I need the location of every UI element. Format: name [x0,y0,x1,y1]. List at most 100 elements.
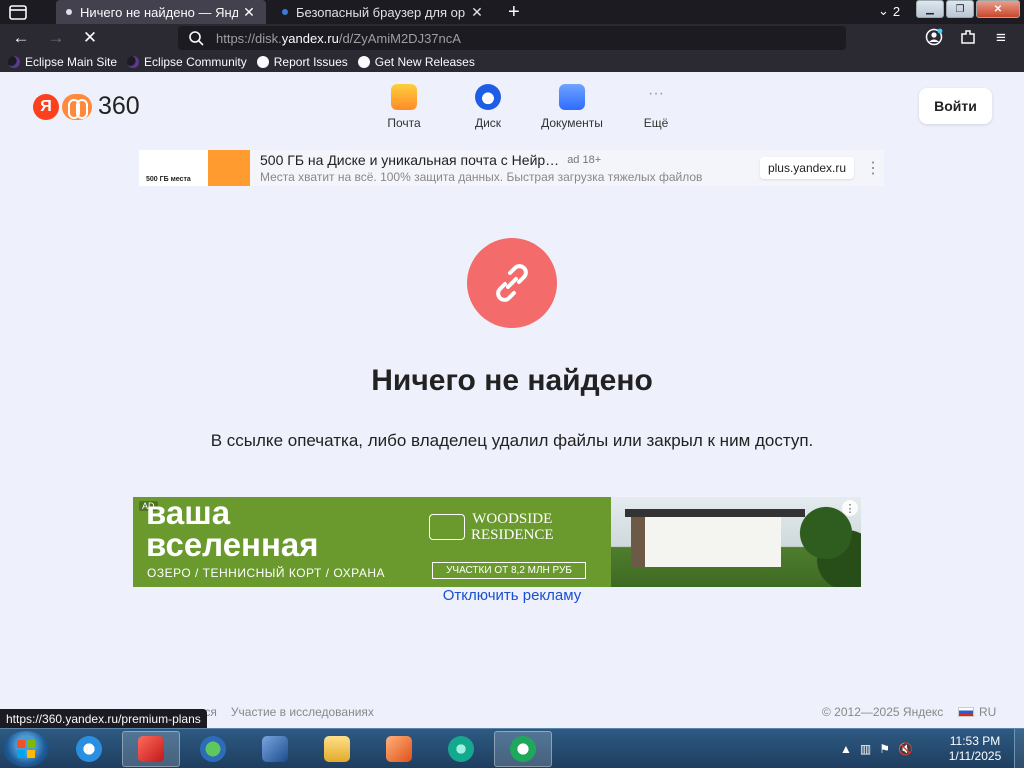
ad-banner[interactable]: AD ваша вселенная ОЗЕРО / ТЕННИСНЫЙ КОРТ … [133,497,861,587]
taskbar-ie[interactable] [60,731,118,767]
teal-app-icon [448,736,474,762]
docs-icon [559,84,585,110]
bookmarks-bar: Eclipse Main Site Eclipse Community Repo… [0,52,1024,72]
360-rings-icon [62,93,92,120]
disk-icon [475,84,501,110]
service-mail[interactable]: Почта [362,84,446,130]
banner-features: ОЗЕРО / ТЕННИСНЫЙ КОРТ / ОХРАНА [147,566,386,580]
github-icon [256,56,269,68]
mail-icon [391,84,417,110]
clock[interactable]: 11:53 PM 1/11/2025 [940,734,1010,764]
red-app-icon [138,736,164,762]
tab-active[interactable]: Ничего не найдено — Яндекс.Диск ✕ [56,0,266,24]
tab-count: 2 [892,3,901,19]
menu-icon[interactable]: ≡ [991,28,1011,48]
tab-favicon-icon [282,9,288,15]
bookmark-get-new-releases[interactable]: Get New Releases [357,55,475,69]
service-disk[interactable]: Диск [446,84,530,130]
windows-logo-icon [17,740,35,758]
ad-title: 500 ГБ на Диске и уникальная почта с Ней… [260,152,560,168]
broken-link-icon [467,238,557,328]
tab-title: Ничего не найдено — Яндекс.Диск [80,4,238,20]
residence-emblem-icon [429,514,465,540]
clock-time: 11:53 PM [949,734,1001,748]
download-manager-icon [200,736,226,762]
virtualbox-icon [262,736,288,762]
more-dots-icon: ··· [648,85,664,102]
window-close-button[interactable]: ✕ [976,0,1020,18]
ad-badge: ad 18+ [567,154,602,166]
tab-list-icon[interactable] [8,3,30,21]
top-ad[interactable]: 500 ГБ места 500 ГБ на Диске и уникальна… [139,150,884,186]
yandex-360-logo[interactable]: Я 360 [33,92,140,121]
tab-bar: Ничего не найдено — Яндекс.Диск ✕ Безопа… [0,0,1024,24]
ad-domain[interactable]: plus.yandex.ru [759,157,854,179]
page: Я 360 Почта Диск Документы ··· Ещё Войти … [0,72,1024,728]
ad-options-icon[interactable]: ⋮ [842,500,858,516]
banner-price: УЧАСТКИ ОТ 8,2 МЛН РУБ [432,562,586,579]
eclipse-icon [127,56,140,68]
tray-arrow-icon[interactable]: ▲ [840,742,852,756]
taskbar-app-red[interactable] [122,731,180,767]
banner-house-image [611,497,861,587]
address-bar[interactable]: https://disk.yandex.ru/d/ZyAmiM2DJ37ncA [178,26,846,50]
copyright: © 2012—2025 Яндекс [822,705,944,719]
tab-close-icon[interactable]: ✕ [470,4,484,21]
tab-close-icon[interactable]: ✕ [242,4,256,21]
tab-title: Безопасный браузер для организаций [296,4,466,20]
maximize-button[interactable]: ❐ [946,0,974,18]
minimize-button[interactable]: ▁ [916,0,944,18]
service-more[interactable]: ··· Ещё [614,84,698,130]
flag-icon[interactable]: ⚑ [879,742,890,756]
bookmark-report-issues[interactable]: Report Issues [256,55,348,69]
language-switcher[interactable]: RU [958,705,996,719]
github-icon [357,56,370,68]
kebab-menu-icon[interactable]: ⋮ [862,158,884,178]
url-text: https://disk.yandex.ru/d/ZyAmiM2DJ37ncA [216,30,461,46]
page-title: Ничего не найдено [371,364,653,397]
extensions-icon[interactable] [958,28,978,48]
service-docs[interactable]: Документы [530,84,614,130]
services-nav: Почта Диск Документы ··· Ещё [362,84,698,130]
taskbar-idm[interactable] [184,731,242,767]
tab-loading-icon [66,9,72,15]
show-desktop-button[interactable] [1014,729,1024,768]
taskbar-explorer[interactable] [308,731,366,767]
volume-muted-icon[interactable]: 🔇 [898,742,913,756]
account-icon[interactable] [924,28,944,48]
taskbar-yandex-browser[interactable] [494,731,552,767]
ad-description: Места хватит на всё. 100% защита данных.… [260,170,703,184]
system-tray: ▲ ▥ ⚑ 🔇 [840,729,913,768]
chevron-down-icon: ⌄ [878,3,889,18]
taskbar-media[interactable] [370,731,428,767]
bookmark-eclipse-main[interactable]: Eclipse Main Site [8,55,117,69]
footer-link-research[interactable]: Участие в исследованиях [231,705,374,719]
taskbar-virtualbox[interactable] [246,731,304,767]
status-url-tooltip: https://360.yandex.ru/premium-plans [0,709,207,728]
media-player-icon [386,736,412,762]
tab-overview-button[interactable]: ⌄ 2 [878,3,900,19]
back-icon[interactable]: ← [11,28,31,48]
login-button[interactable]: Войти [919,88,992,124]
tab-inactive[interactable]: Безопасный браузер для организаций ✕ [272,0,494,24]
network-icon[interactable]: ▥ [860,742,871,756]
start-button[interactable] [3,731,49,767]
search-icon [189,31,204,46]
disable-ads-link[interactable]: Отключить рекламу [0,587,1024,604]
folder-icon [324,736,350,762]
yandex-logo-letter: Я [33,93,59,120]
forward-icon[interactable]: → [46,28,66,48]
ad-thumbnail: 500 ГБ места [139,150,250,186]
internet-explorer-icon [76,736,102,762]
error-message: В ссылке опечатка, либо владелец удалил … [210,431,814,450]
new-tab-button[interactable]: + [508,1,520,23]
banner-brand: WOODSIDE RESIDENCE [429,511,554,543]
bookmark-eclipse-community[interactable]: Eclipse Community [127,55,247,69]
window-controls: ▁ ❐ ✕ [916,0,1020,18]
logo-number: 360 [98,92,140,120]
yandex-browser-icon [510,736,536,762]
ad-text: 500 ГБ на Диске и уникальная почта с Ней… [260,152,760,184]
taskbar: ▲ ▥ ⚑ 🔇 11:53 PM 1/11/2025 [0,728,1024,768]
stop-icon[interactable]: ✕ [80,28,100,48]
taskbar-app-teal[interactable] [432,731,490,767]
